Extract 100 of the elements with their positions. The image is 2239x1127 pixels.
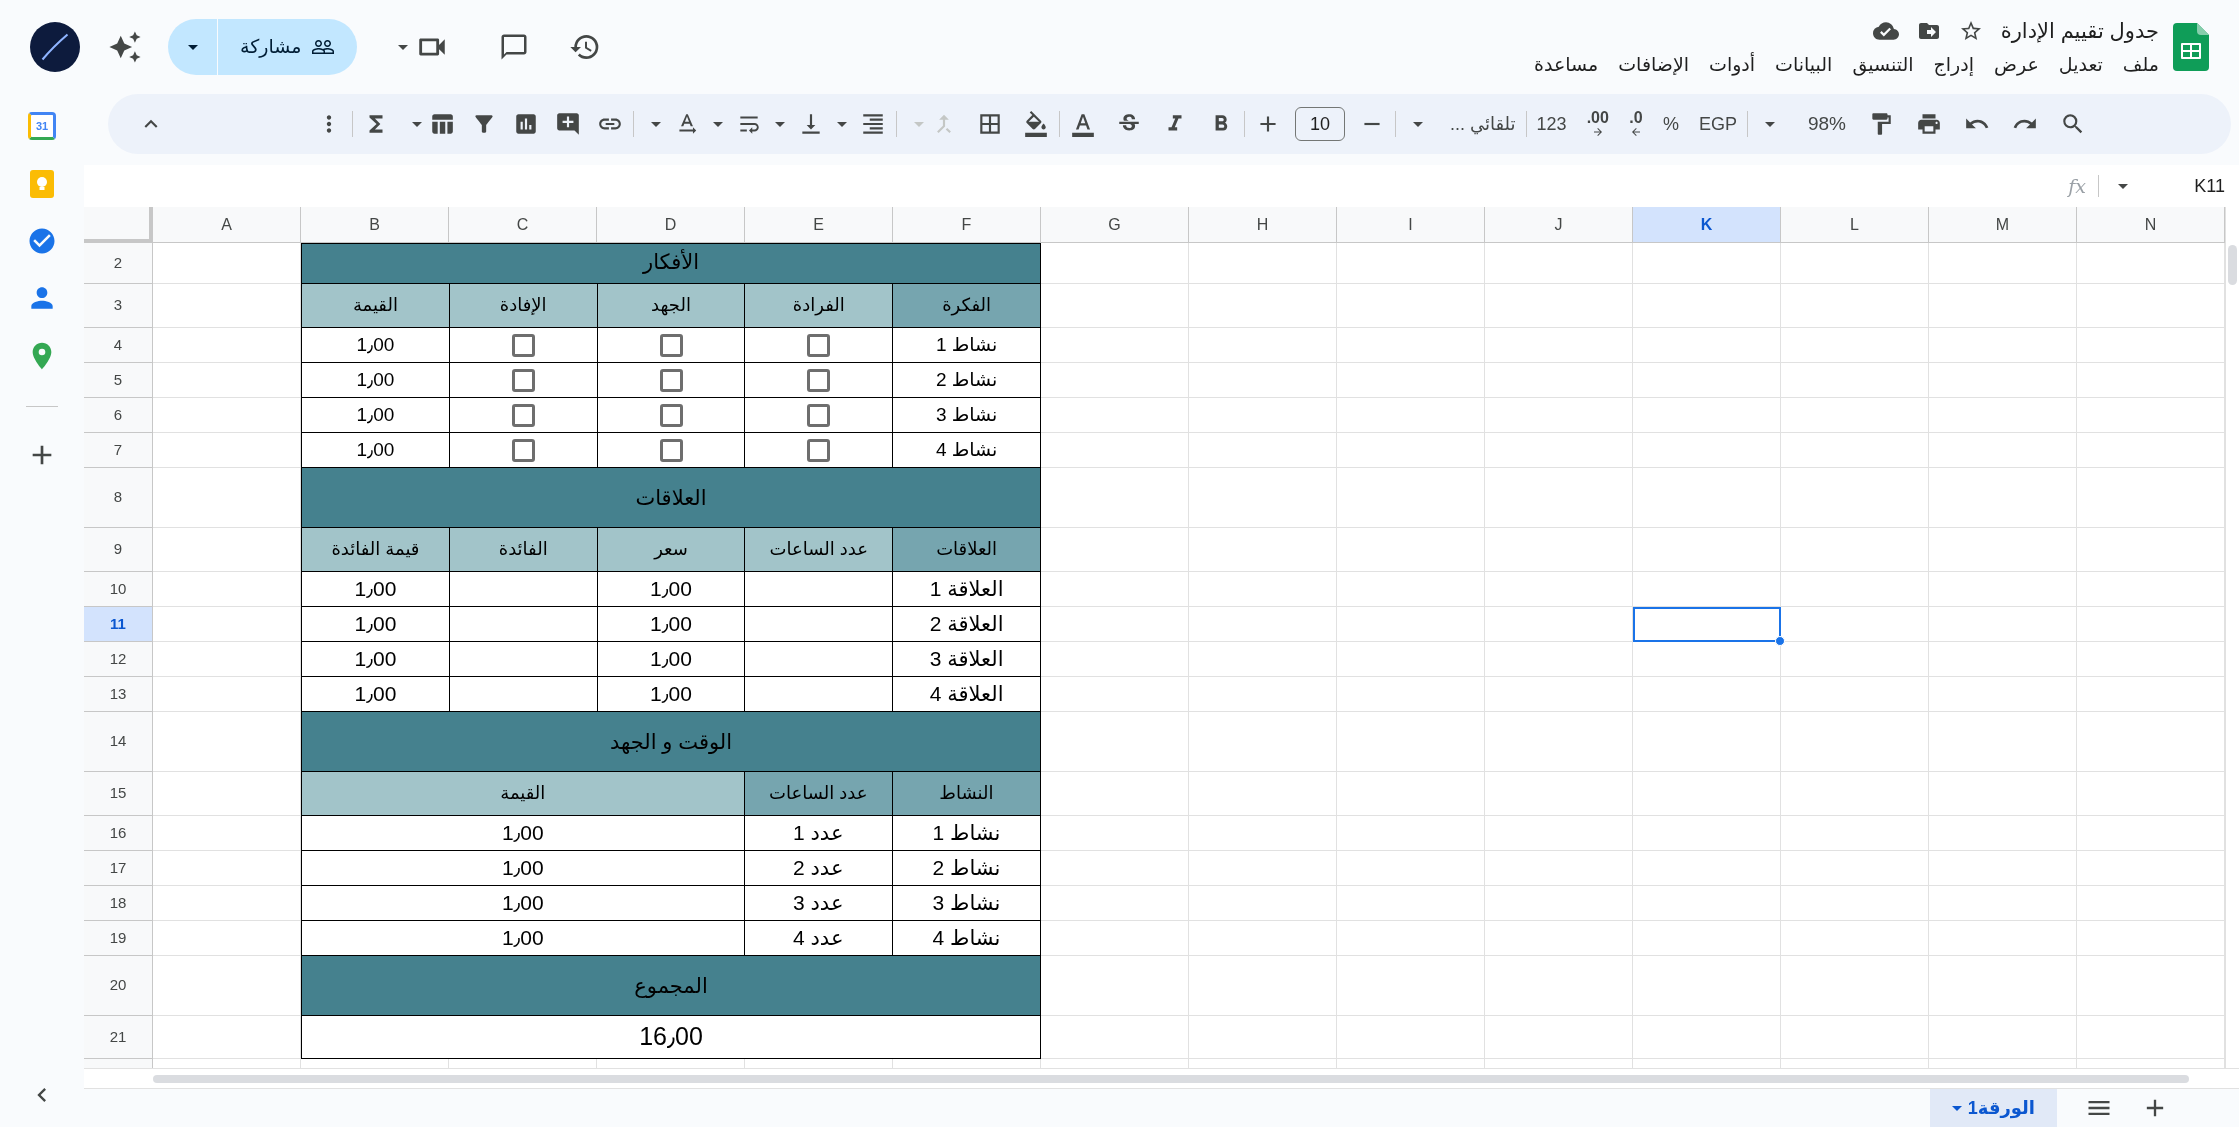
grid-cell[interactable]: [1929, 921, 2077, 956]
grid-cell[interactable]: [1781, 642, 1929, 677]
calendar-icon[interactable]: 31: [28, 112, 56, 140]
grid-cell[interactable]: [1189, 607, 1337, 642]
grid-cell[interactable]: [1781, 572, 1929, 607]
column-header[interactable]: E: [745, 207, 893, 243]
comment-icon[interactable]: [499, 32, 530, 62]
grid-cell[interactable]: [1189, 677, 1337, 712]
column-header[interactable]: H: [1189, 207, 1337, 243]
grid-cell[interactable]: [153, 712, 301, 772]
grid-cell[interactable]: [2077, 572, 2225, 607]
grid-cell[interactable]: [1189, 363, 1337, 398]
row-number[interactable]: 10: [84, 572, 153, 607]
grid-cell[interactable]: [1781, 851, 1929, 886]
grid-cell[interactable]: [153, 921, 301, 956]
grid-cell[interactable]: [2077, 243, 2225, 284]
grid-cell[interactable]: [153, 851, 301, 886]
grid-cell[interactable]: [1929, 851, 2077, 886]
grid-cell[interactable]: [1337, 398, 1485, 433]
grid-cell[interactable]: [2077, 816, 2225, 851]
checkbox[interactable]: [511, 403, 535, 427]
grid-cell[interactable]: [1929, 468, 2077, 528]
grid-cell[interactable]: [1781, 328, 1929, 363]
grid-cell[interactable]: [1929, 363, 2077, 398]
percent-button[interactable]: %: [1662, 110, 1679, 138]
grid-cell[interactable]: [1337, 528, 1485, 572]
grid-cell[interactable]: [1041, 886, 1189, 921]
grid-cell[interactable]: [1781, 528, 1929, 572]
grid-cell[interactable]: [1633, 677, 1781, 712]
grid-cell[interactable]: [1929, 642, 2077, 677]
grid-cell[interactable]: [1041, 243, 1189, 284]
grid-cell[interactable]: [153, 1016, 301, 1059]
grid-cell[interactable]: [1781, 772, 1929, 816]
grid-cell[interactable]: [1337, 921, 1485, 956]
grid-cell[interactable]: [1633, 468, 1781, 528]
column-header[interactable]: F: [893, 207, 1041, 243]
grid-cell[interactable]: [2077, 1016, 2225, 1059]
grid-cell[interactable]: [1633, 433, 1781, 468]
grid-cell[interactable]: [153, 956, 301, 1016]
number-format-button[interactable]: 123: [1536, 110, 1567, 138]
grid-cell[interactable]: [1041, 921, 1189, 956]
grid-cell[interactable]: [1633, 398, 1781, 433]
share-button[interactable]: مشاركة: [218, 19, 358, 75]
checkbox[interactable]: [511, 333, 535, 357]
column-header[interactable]: A: [153, 207, 301, 243]
grid-cell[interactable]: [153, 572, 301, 607]
grid-cell[interactable]: [1633, 886, 1781, 921]
grid-cell[interactable]: [1929, 433, 2077, 468]
grid-cell[interactable]: [1337, 284, 1485, 328]
grid-cell[interactable]: [1189, 572, 1337, 607]
grid-cell[interactable]: [2077, 284, 2225, 328]
row-number[interactable]: 11: [84, 607, 153, 642]
grid-cell[interactable]: [1781, 398, 1929, 433]
grid-cell[interactable]: [1189, 528, 1337, 572]
grid-cell[interactable]: [1041, 528, 1189, 572]
grid-cell[interactable]: [1041, 398, 1189, 433]
grid-cell[interactable]: [1633, 363, 1781, 398]
grid-cell[interactable]: [1485, 642, 1633, 677]
grid-cell[interactable]: [1485, 284, 1633, 328]
grid-cell[interactable]: [1189, 468, 1337, 528]
menu-item[interactable]: التنسيق: [1852, 50, 1914, 79]
grid-cell[interactable]: [1041, 712, 1189, 772]
scrollbar-thumb[interactable]: [153, 1074, 2189, 1083]
grid-cell[interactable]: [1633, 851, 1781, 886]
grid-cell[interactable]: [1781, 712, 1929, 772]
grid-cell[interactable]: [2077, 607, 2225, 642]
grid-cell[interactable]: [153, 328, 301, 363]
grid-cell[interactable]: [2077, 772, 2225, 816]
decrease-decimal-button[interactable]: .0: [1628, 110, 1643, 138]
grid-cell[interactable]: [1485, 433, 1633, 468]
grid-cell[interactable]: [1633, 816, 1781, 851]
grid-cell[interactable]: [1929, 243, 2077, 284]
grid-cell[interactable]: [1041, 956, 1189, 1016]
grid-cell[interactable]: [1337, 712, 1485, 772]
grid-cell[interactable]: [1189, 398, 1337, 433]
grid-cell[interactable]: [2077, 956, 2225, 1016]
grid-cell[interactable]: [1929, 1016, 2077, 1059]
row-number[interactable]: 13: [84, 677, 153, 712]
name-box[interactable]: K11: [2135, 172, 2225, 200]
grid-cell[interactable]: [1337, 886, 1485, 921]
share-options-button[interactable]: [168, 19, 218, 75]
grid-cell[interactable]: [2077, 921, 2225, 956]
grid-cell[interactable]: [1929, 607, 2077, 642]
grid-cell[interactable]: [2077, 677, 2225, 712]
increase-decimal-button[interactable]: .00: [1586, 110, 1609, 138]
checkbox[interactable]: [659, 438, 683, 462]
row-number[interactable]: 18: [84, 886, 153, 921]
grid-cell[interactable]: [1929, 677, 2077, 712]
grid-cell[interactable]: [2077, 851, 2225, 886]
grid-cell[interactable]: [1633, 572, 1781, 607]
column-header[interactable]: L: [1781, 207, 1929, 243]
grid-cell[interactable]: [1781, 677, 1929, 712]
grid-cell[interactable]: [2077, 363, 2225, 398]
grid-cell[interactable]: [1189, 712, 1337, 772]
row-number[interactable]: 4: [84, 328, 153, 363]
grid-cell[interactable]: [1041, 363, 1189, 398]
print-icon[interactable]: [1915, 111, 1942, 137]
row-number[interactable]: 19: [84, 921, 153, 956]
grid-cell[interactable]: [1041, 772, 1189, 816]
grid-cell[interactable]: [1781, 1016, 1929, 1059]
